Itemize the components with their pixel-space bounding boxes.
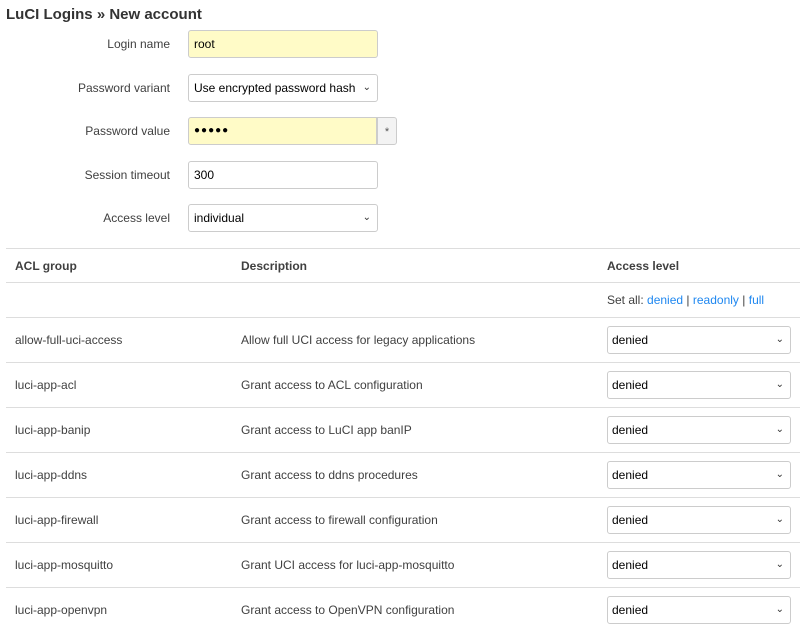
table-row: luci-app-acl Grant access to ACL configu… [6, 362, 800, 408]
access-level-value: individual [194, 211, 245, 225]
access-level-select[interactable]: denied ⌄ [607, 326, 791, 354]
access-level-value: denied [612, 378, 649, 392]
table-row: luci-app-firewall Grant access to firewa… [6, 497, 800, 543]
password-value-input[interactable]: ●●●●● [188, 117, 377, 145]
acl-group: luci-app-banip [6, 407, 232, 453]
session-timeout-row: Session timeout 300 [0, 160, 400, 190]
table-row: luci-app-ddns Grant access to ddns proce… [6, 452, 800, 498]
chevron-down-icon: ⌄ [362, 212, 371, 223]
table-row: luci-app-banip Grant access to LuCI app … [6, 407, 800, 453]
acl-group: luci-app-openvpn [6, 587, 232, 633]
separator: | [686, 293, 690, 307]
acl-group: luci-app-firewall [6, 497, 232, 543]
set-all-readonly-link[interactable]: readonly [693, 293, 739, 307]
chevron-down-icon: ⌄ [775, 469, 784, 480]
access-level-value: denied [612, 558, 649, 572]
access-level-label: Access level [103, 211, 170, 225]
acl-group: luci-app-mosquitto [6, 542, 232, 588]
password-variant-row: Password variant Use encrypted password … [0, 73, 400, 103]
chevron-down-icon: ⌄ [775, 424, 784, 435]
chevron-down-icon: ⌄ [775, 559, 784, 570]
acl-description: Grant access to LuCI app banIP [232, 407, 598, 453]
access-level-select[interactable]: denied ⌄ [607, 551, 791, 579]
table-row: luci-app-openvpn Grant access to OpenVPN… [6, 587, 800, 633]
table-row: allow-full-uci-access Allow full UCI acc… [6, 317, 800, 363]
password-variant-select[interactable]: Use encrypted password hash ⌄ [188, 74, 378, 102]
chevron-down-icon: ⌄ [775, 334, 784, 345]
access-level-select[interactable]: denied ⌄ [607, 506, 791, 534]
password-value-row: Password value ●●●●● * [0, 116, 400, 146]
acl-description: Grant access to ddns procedures [232, 452, 598, 498]
session-timeout-input[interactable]: 300 [188, 161, 378, 189]
reveal-password-button[interactable]: * [377, 117, 397, 145]
access-level-select[interactable]: denied ⌄ [607, 416, 791, 444]
chevron-down-icon: ⌄ [775, 514, 784, 525]
access-level-value: denied [612, 423, 649, 437]
chevron-down-icon: ⌄ [362, 82, 371, 93]
access-level-value: denied [612, 333, 649, 347]
page-title: LuCI Logins » New account [6, 6, 202, 23]
acl-table: ACL group Description Access level Set a… [6, 248, 800, 633]
chevron-down-icon: ⌄ [775, 604, 784, 616]
set-all-label: Set all: [607, 293, 644, 307]
acl-description: Grant access to firewall configuration [232, 497, 598, 543]
chevron-down-icon: ⌄ [775, 379, 784, 390]
acl-description: Allow full UCI access for legacy applica… [232, 317, 598, 363]
set-all-full-link[interactable]: full [749, 293, 764, 307]
set-all-row: Set all: denied | readonly | full [6, 282, 800, 318]
acl-description: Grant access to OpenVPN configuration [232, 587, 598, 633]
password-variant-value: Use encrypted password hash [194, 81, 356, 95]
access-level-value: denied [612, 603, 649, 618]
login-name-input[interactable]: root [188, 30, 378, 58]
access-level-select[interactable]: denied ⌄ [607, 596, 791, 625]
acl-group: allow-full-uci-access [6, 317, 232, 363]
access-level-select[interactable]: individual ⌄ [188, 204, 378, 232]
header-acl-group: ACL group [6, 248, 232, 283]
access-level-row: Access level individual ⌄ [0, 203, 400, 233]
access-level-value: denied [612, 513, 649, 527]
login-name-row: Login name root [0, 29, 400, 59]
acl-group: luci-app-acl [6, 362, 232, 408]
access-level-select[interactable]: denied ⌄ [607, 371, 791, 399]
table-row: luci-app-mosquitto Grant UCI access for … [6, 542, 800, 588]
login-name-label: Login name [107, 37, 170, 51]
acl-description: Grant access to ACL configuration [232, 362, 598, 408]
separator: | [742, 293, 746, 307]
acl-group: luci-app-ddns [6, 452, 232, 498]
header-access-level: Access level [598, 248, 800, 283]
password-variant-label: Password variant [77, 81, 170, 95]
acl-description: Grant UCI access for luci-app-mosquitto [232, 542, 598, 588]
header-description: Description [232, 248, 598, 283]
password-value-label: Password value [85, 124, 170, 138]
access-level-select[interactable]: denied ⌄ [607, 461, 791, 489]
session-timeout-label: Session timeout [84, 168, 170, 182]
access-level-value: denied [612, 468, 649, 482]
set-all-denied-link[interactable]: denied [647, 293, 683, 307]
